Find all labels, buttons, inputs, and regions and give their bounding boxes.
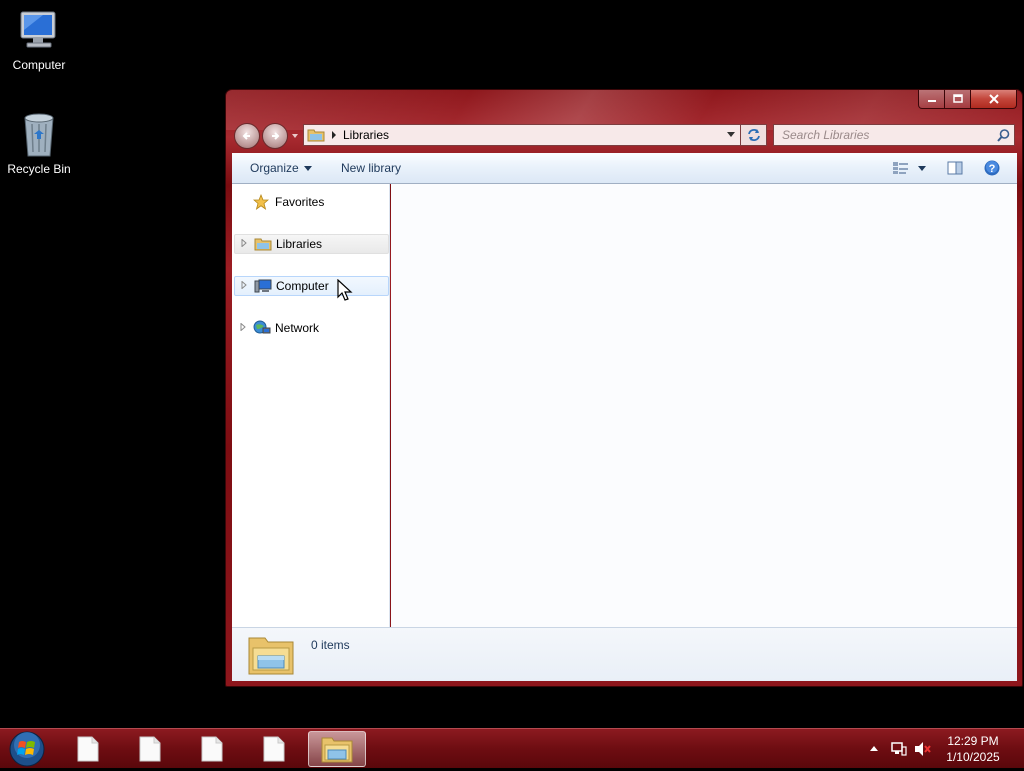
mouse-pointer-icon [337, 279, 353, 301]
refresh-button[interactable] [741, 124, 767, 146]
new-library-label: New library [341, 161, 402, 175]
taskbar: 12:29 PM 1/10/2025 [0, 728, 1024, 768]
breadcrumb-separator-icon[interactable] [331, 131, 337, 139]
desktop-icon-label: Computer [12, 58, 66, 72]
chevron-down-icon [303, 165, 312, 171]
svg-text:?: ? [989, 163, 996, 175]
close-icon [988, 94, 999, 104]
organize-button[interactable]: Organize [250, 153, 312, 183]
refresh-icon [747, 129, 760, 141]
breadcrumb-libraries[interactable]: Libraries [343, 128, 389, 142]
nav-item-label: Computer [276, 279, 329, 293]
taskbar-button-document-1[interactable] [59, 731, 117, 767]
minimize-icon [927, 100, 936, 102]
back-button[interactable] [234, 123, 260, 149]
nav-item-label: Network [275, 321, 320, 335]
system-clock[interactable]: 12:29 PM 1/10/2025 [938, 733, 1008, 765]
expand-arrow-icon[interactable] [241, 280, 251, 291]
search-icon [997, 129, 1010, 142]
desktop-icon-computer[interactable]: Computer [0, 10, 78, 72]
libraries-folder-icon [321, 737, 353, 763]
document-icon [263, 736, 285, 762]
desktop-icon-label: Recycle Bin [7, 162, 71, 176]
start-button[interactable] [7, 730, 47, 768]
taskbar-button-document-4[interactable] [245, 731, 303, 767]
nav-item-libraries[interactable]: Libraries [234, 234, 389, 254]
document-icon [201, 736, 223, 762]
explorer-window: Libraries Organize New library [225, 89, 1023, 687]
search-box[interactable] [773, 124, 1015, 146]
network-icon [253, 320, 271, 336]
maximize-icon [952, 94, 963, 103]
nav-item-favorites[interactable]: Favorites [234, 192, 389, 212]
address-dropdown-button[interactable] [722, 125, 740, 145]
new-library-button[interactable]: New library [341, 153, 401, 183]
maximize-button[interactable] [945, 90, 971, 109]
address-bar[interactable]: Libraries [303, 124, 741, 146]
clock-time: 12:29 PM [947, 734, 999, 748]
arrow-left-icon [242, 132, 250, 140]
help-icon: ? [984, 160, 1000, 176]
forward-button[interactable] [262, 123, 288, 149]
taskbar-button-document-3[interactable] [183, 731, 241, 767]
details-pane: 0 items [232, 627, 1017, 681]
preview-pane-button[interactable] [947, 153, 963, 183]
recycle-bin-icon [24, 113, 54, 157]
command-bar: Organize New library ? [232, 153, 1017, 184]
view-details-icon [893, 162, 908, 174]
organize-label: Organize [250, 161, 299, 175]
view-options-dropdown[interactable] [918, 153, 926, 183]
nav-item-label: Favorites [275, 195, 325, 209]
taskbar-button-document-2[interactable] [121, 731, 179, 767]
taskbar-button-explorer[interactable] [308, 731, 366, 767]
change-view-button[interactable] [892, 153, 910, 183]
search-input[interactable] [774, 125, 1014, 145]
nav-item-computer[interactable]: Computer [234, 276, 389, 296]
chevron-down-icon [727, 132, 735, 137]
star-icon [253, 194, 271, 210]
file-list-area[interactable] [391, 184, 1017, 627]
arrow-right-icon [272, 132, 280, 140]
chevron-down-icon [918, 165, 926, 171]
desktop-icon-recycle-bin[interactable]: Recycle Bin [0, 112, 78, 176]
clock-date: 1/10/2025 [946, 750, 1000, 764]
nav-item-label: Libraries [276, 237, 323, 251]
document-icon [139, 736, 161, 762]
computer-icon [20, 11, 56, 48]
minimize-button[interactable] [918, 90, 945, 109]
libraries-folder-icon [254, 236, 272, 252]
item-count-label: 0 items [311, 638, 350, 652]
libraries-folder-icon [307, 129, 325, 142]
help-button[interactable]: ? [984, 153, 1000, 183]
show-hidden-icons-icon[interactable] [870, 745, 878, 751]
computer-icon [254, 278, 272, 294]
network-status-icon[interactable] [890, 741, 908, 757]
nav-item-network[interactable]: Network [234, 318, 389, 338]
windows-logo-icon [9, 731, 45, 767]
caption-buttons [918, 90, 1017, 110]
document-icon [77, 736, 99, 762]
search-button[interactable] [997, 129, 1010, 145]
navigation-pane[interactable]: Favorites Libraries Computer Network [232, 184, 390, 627]
libraries-folder-icon [247, 632, 295, 679]
preview-pane-icon [947, 161, 963, 175]
expand-arrow-icon[interactable] [240, 322, 250, 333]
recent-pages-chevron-icon[interactable] [291, 131, 299, 141]
close-button[interactable] [971, 90, 1017, 109]
expand-arrow-icon[interactable] [241, 238, 251, 249]
volume-muted-icon[interactable] [914, 741, 932, 757]
